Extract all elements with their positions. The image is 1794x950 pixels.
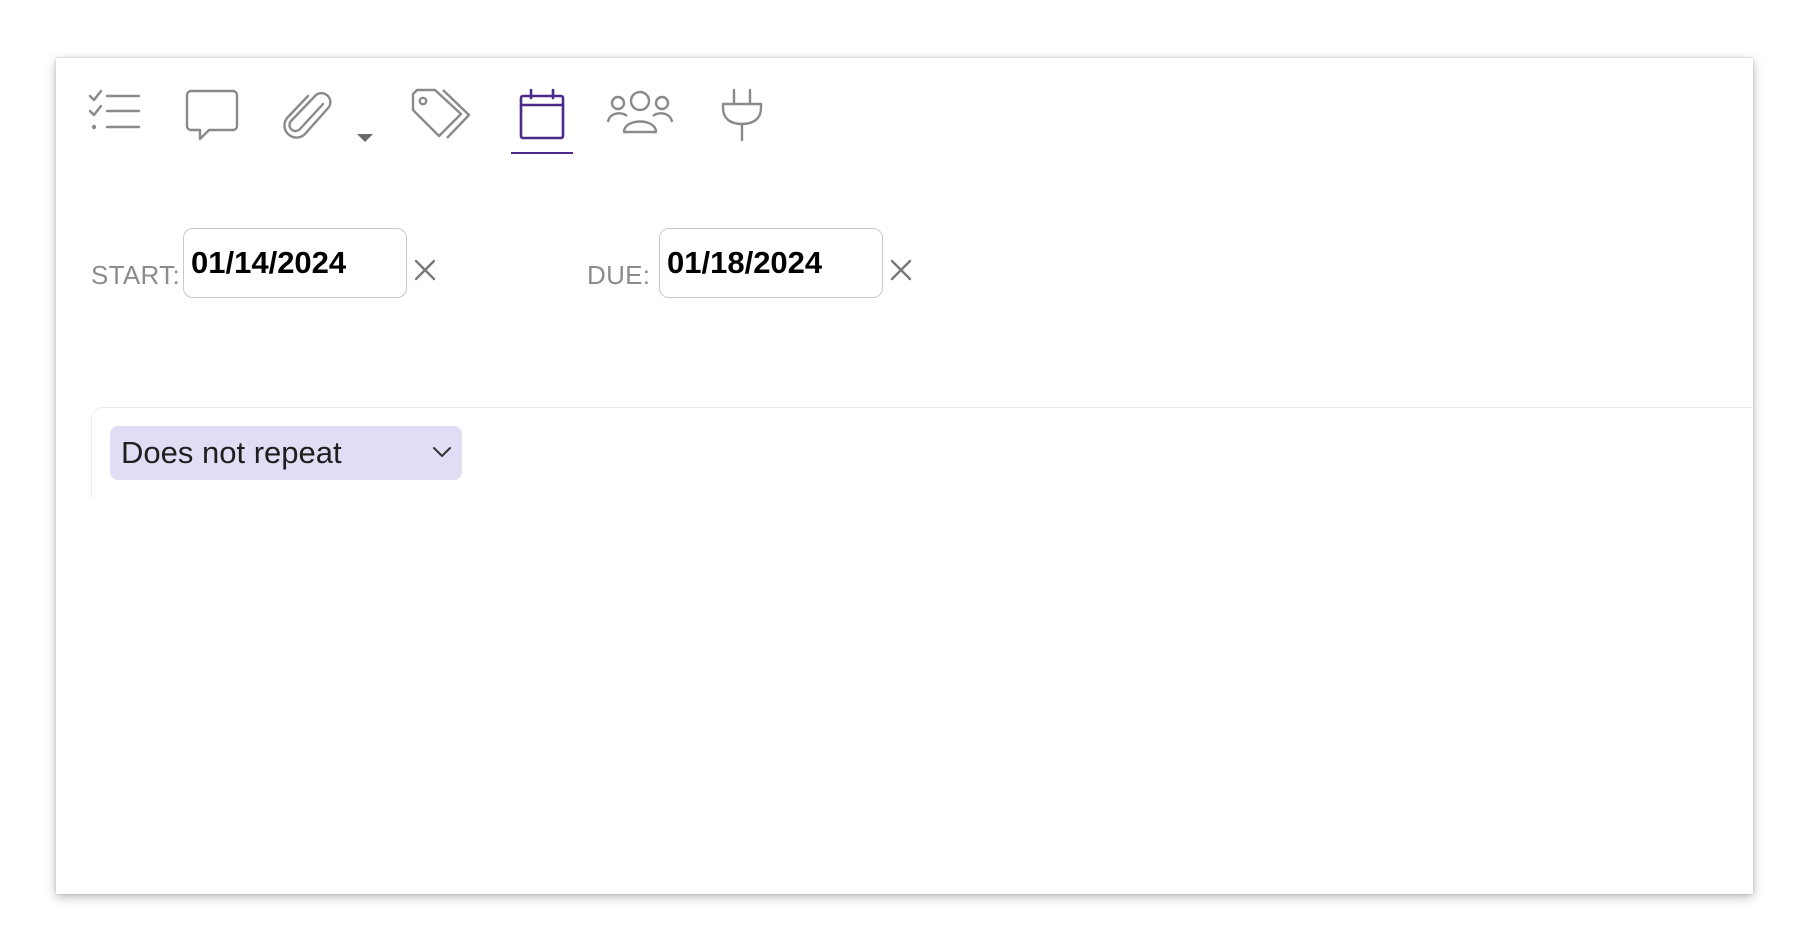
tag-icon	[409, 88, 475, 142]
repeat-panel: Does not repeat	[91, 407, 1753, 498]
toolbar	[56, 58, 1753, 168]
close-icon	[889, 259, 913, 286]
tab-checklist[interactable]	[86, 88, 142, 154]
tab-tags[interactable]	[408, 88, 476, 154]
task-details-card: START: DUE: Does not repeat	[56, 58, 1753, 894]
attachment-dropdown-caret[interactable]	[354, 128, 376, 148]
tab-attachments[interactable]	[282, 88, 338, 154]
clear-due-date-button[interactable]	[889, 258, 913, 282]
caret-down-icon	[354, 134, 376, 152]
due-date-input[interactable]	[659, 228, 883, 298]
plug-icon	[719, 88, 765, 142]
paperclip-icon	[283, 88, 337, 142]
repeat-select[interactable]: Does not repeat	[110, 426, 462, 480]
active-tab-indicator	[511, 152, 573, 154]
tab-comments[interactable]	[184, 88, 240, 154]
calendar-icon	[517, 88, 567, 142]
chevron-down-icon	[432, 445, 452, 459]
close-icon	[413, 259, 437, 286]
tab-integrations[interactable]	[716, 88, 768, 154]
start-date-input[interactable]	[183, 228, 407, 298]
tab-members[interactable]	[606, 88, 674, 154]
checklist-icon	[87, 88, 141, 134]
start-date-label: START:	[91, 260, 180, 290]
due-date-label: DUE:	[587, 260, 651, 290]
comment-icon	[185, 88, 239, 142]
people-icon	[607, 88, 673, 142]
tab-dates[interactable]	[511, 88, 573, 154]
repeat-select-value: Does not repeat	[121, 435, 342, 470]
clear-start-date-button[interactable]	[413, 258, 437, 282]
